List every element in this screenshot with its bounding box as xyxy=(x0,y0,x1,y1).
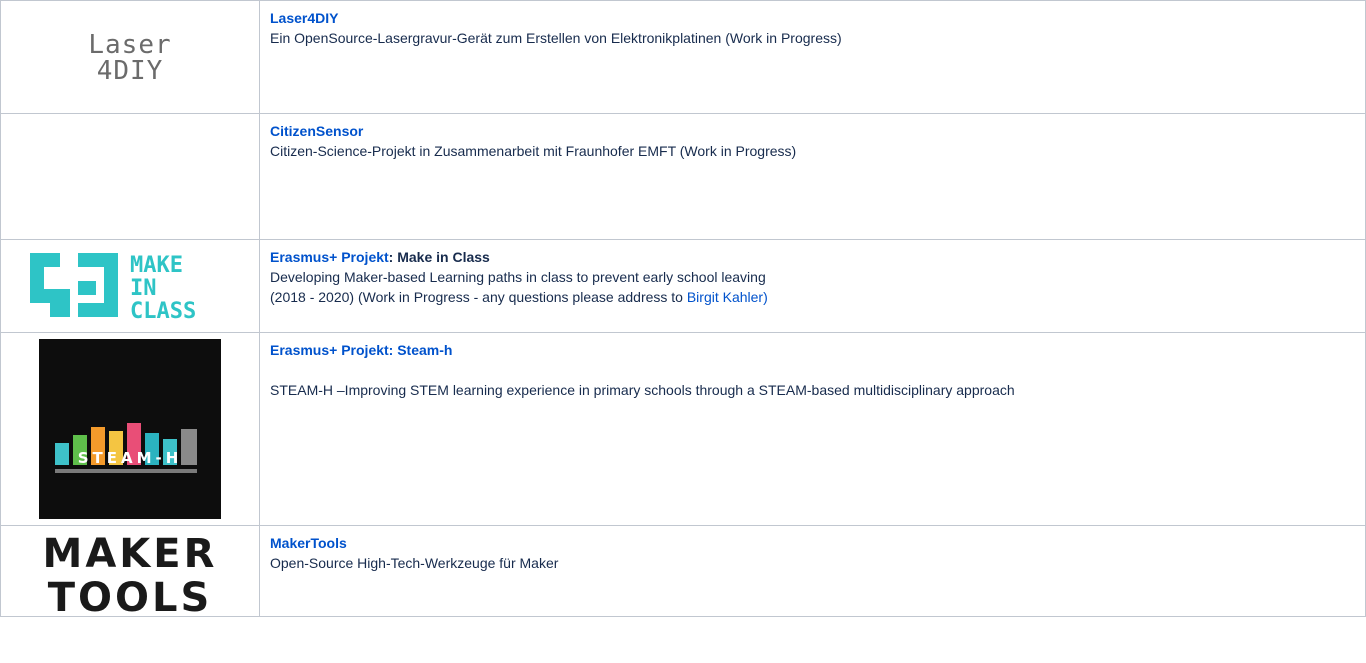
table-row: STEAM-H Erasmus+ Projekt: Steam-h STEAM-… xyxy=(0,332,1366,526)
text-cell: CitizenSensor Citizen-Science-Projekt in… xyxy=(259,113,1366,240)
project-title-link[interactable]: Erasmus+ Projekt: Steam-h xyxy=(270,342,452,358)
makertools-logo-image: MAKER TOOLS xyxy=(43,531,218,615)
table-row: MAKE IN CLASS Erasmus+ Projekt: Make in … xyxy=(0,239,1366,333)
text-cell: Laser4DIY Ein OpenSource-Lasergravur-Ger… xyxy=(259,0,1366,114)
makertools-logo: MAKER TOOLS xyxy=(1,526,259,616)
project-description: Ein OpenSource-Lasergravur-Gerät zum Ers… xyxy=(270,30,842,46)
project-description: Developing Maker-based Learning paths in… xyxy=(270,269,766,285)
project-description-contd: (2018 - 2020) (Work in Progress - any qu… xyxy=(270,289,687,305)
project-title-suffix: : Make in Class xyxy=(388,249,490,265)
projects-table: Laser 4DIY Laser4DIY Ein OpenSource-Lase… xyxy=(0,0,1366,617)
logo-line2: TOOLS xyxy=(48,575,213,615)
project-description: Citizen-Science-Projekt in Zusammenarbei… xyxy=(270,143,797,159)
logo-line3: CLASS xyxy=(130,299,196,321)
laser4diy-logo: Laser 4DIY xyxy=(1,1,259,113)
contact-link[interactable]: Birgit Kahler) xyxy=(687,289,768,305)
table-row: Laser 4DIY Laser4DIY Ein OpenSource-Lase… xyxy=(0,0,1366,114)
text-cell: Erasmus+ Projekt: Steam-h STEAM-H –Impro… xyxy=(259,332,1366,526)
text-cell: Erasmus+ Projekt: Make in Class Developi… xyxy=(259,239,1366,333)
logo-line2: IN xyxy=(130,276,157,301)
logo-cell: Laser 4DIY xyxy=(0,0,260,114)
logo-cell: MAKE IN CLASS xyxy=(0,239,260,333)
logo-line1: MAKE xyxy=(130,253,183,278)
logo-cell xyxy=(0,113,260,240)
logo-line2: 4DIY xyxy=(97,56,164,86)
text-cell: MakerTools Open-Source High-Tech-Werkzeu… xyxy=(259,525,1366,617)
logo-line1: MAKER xyxy=(43,531,218,577)
steam-h-logo: STEAM-H xyxy=(1,333,259,525)
project-title-link[interactable]: MakerTools xyxy=(270,535,347,551)
make-in-class-logo-image: MAKE IN CLASS xyxy=(30,253,196,321)
project-title-link[interactable]: CitizenSensor xyxy=(270,123,363,139)
table-row: CitizenSensor Citizen-Science-Projekt in… xyxy=(0,113,1366,240)
project-title-link[interactable]: Erasmus+ Projekt xyxy=(270,249,389,265)
project-description: STEAM-H –Improving STEM learning experie… xyxy=(270,382,1015,398)
logo-cell: STEAM-H xyxy=(0,332,260,526)
table-row: MAKER TOOLS MakerTools Open-Source High-… xyxy=(0,525,1366,617)
steam-h-logo-image: STEAM-H xyxy=(39,339,221,519)
logo-cell: MAKER TOOLS xyxy=(0,525,260,617)
logo-text: STEAM-H xyxy=(78,449,183,467)
laser4diy-logo-image: Laser 4DIY xyxy=(88,30,170,86)
project-description: Open-Source High-Tech-Werkzeuge für Make… xyxy=(270,555,559,571)
project-title-link[interactable]: Laser4DIY xyxy=(270,10,338,26)
make-in-class-logo: MAKE IN CLASS xyxy=(1,240,259,332)
